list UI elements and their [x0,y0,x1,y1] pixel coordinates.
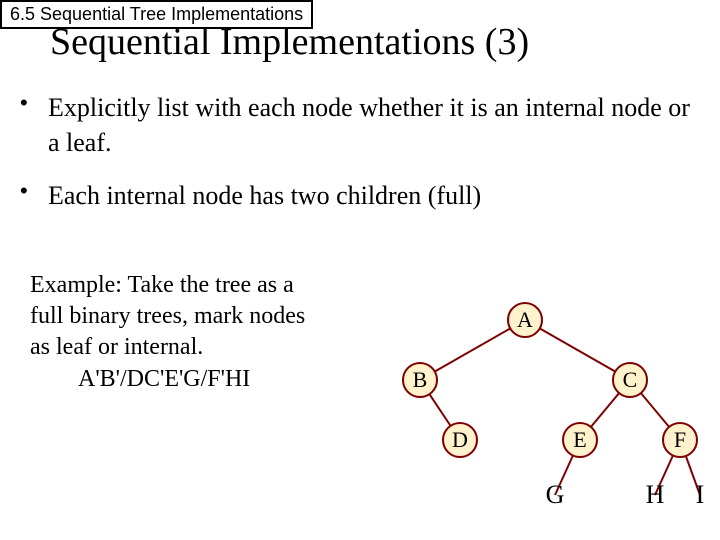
example-sequence: A'B'/DC'E'G/F'HI [78,364,390,395]
bullet-text: Each internal node has two children (ful… [48,178,481,213]
bullet-dot-icon: • [20,90,48,116]
tree-diagram: A B C D E F G H I [350,290,720,540]
example-line: as leaf or internal. [30,332,390,363]
tree-node-d: D [442,422,478,458]
tree-node-f: F [662,422,698,458]
example-line: Example: Take the tree as a [30,270,390,301]
bullet-item: • Explicitly list with each node whether… [20,90,700,160]
tree-leaf-g: G [546,480,565,510]
example-line: full binary trees, mark nodes [30,301,390,332]
tree-node-b: B [402,362,438,398]
bullet-text: Explicitly list with each node whether i… [48,90,700,160]
chapter-banner: 6.5 Sequential Tree Implementations [0,0,313,29]
tree-node-e: E [562,422,598,458]
example-block: Example: Take the tree as a full binary … [30,270,390,395]
bullet-dot-icon: • [20,178,48,204]
tree-leaf-i: I [696,480,705,510]
bullet-item: • Each internal node has two children (f… [20,178,700,213]
tree-node-c: C [612,362,648,398]
bullet-list: • Explicitly list with each node whether… [20,90,700,231]
tree-leaf-h: H [646,480,665,510]
tree-node-a: A [507,302,543,338]
